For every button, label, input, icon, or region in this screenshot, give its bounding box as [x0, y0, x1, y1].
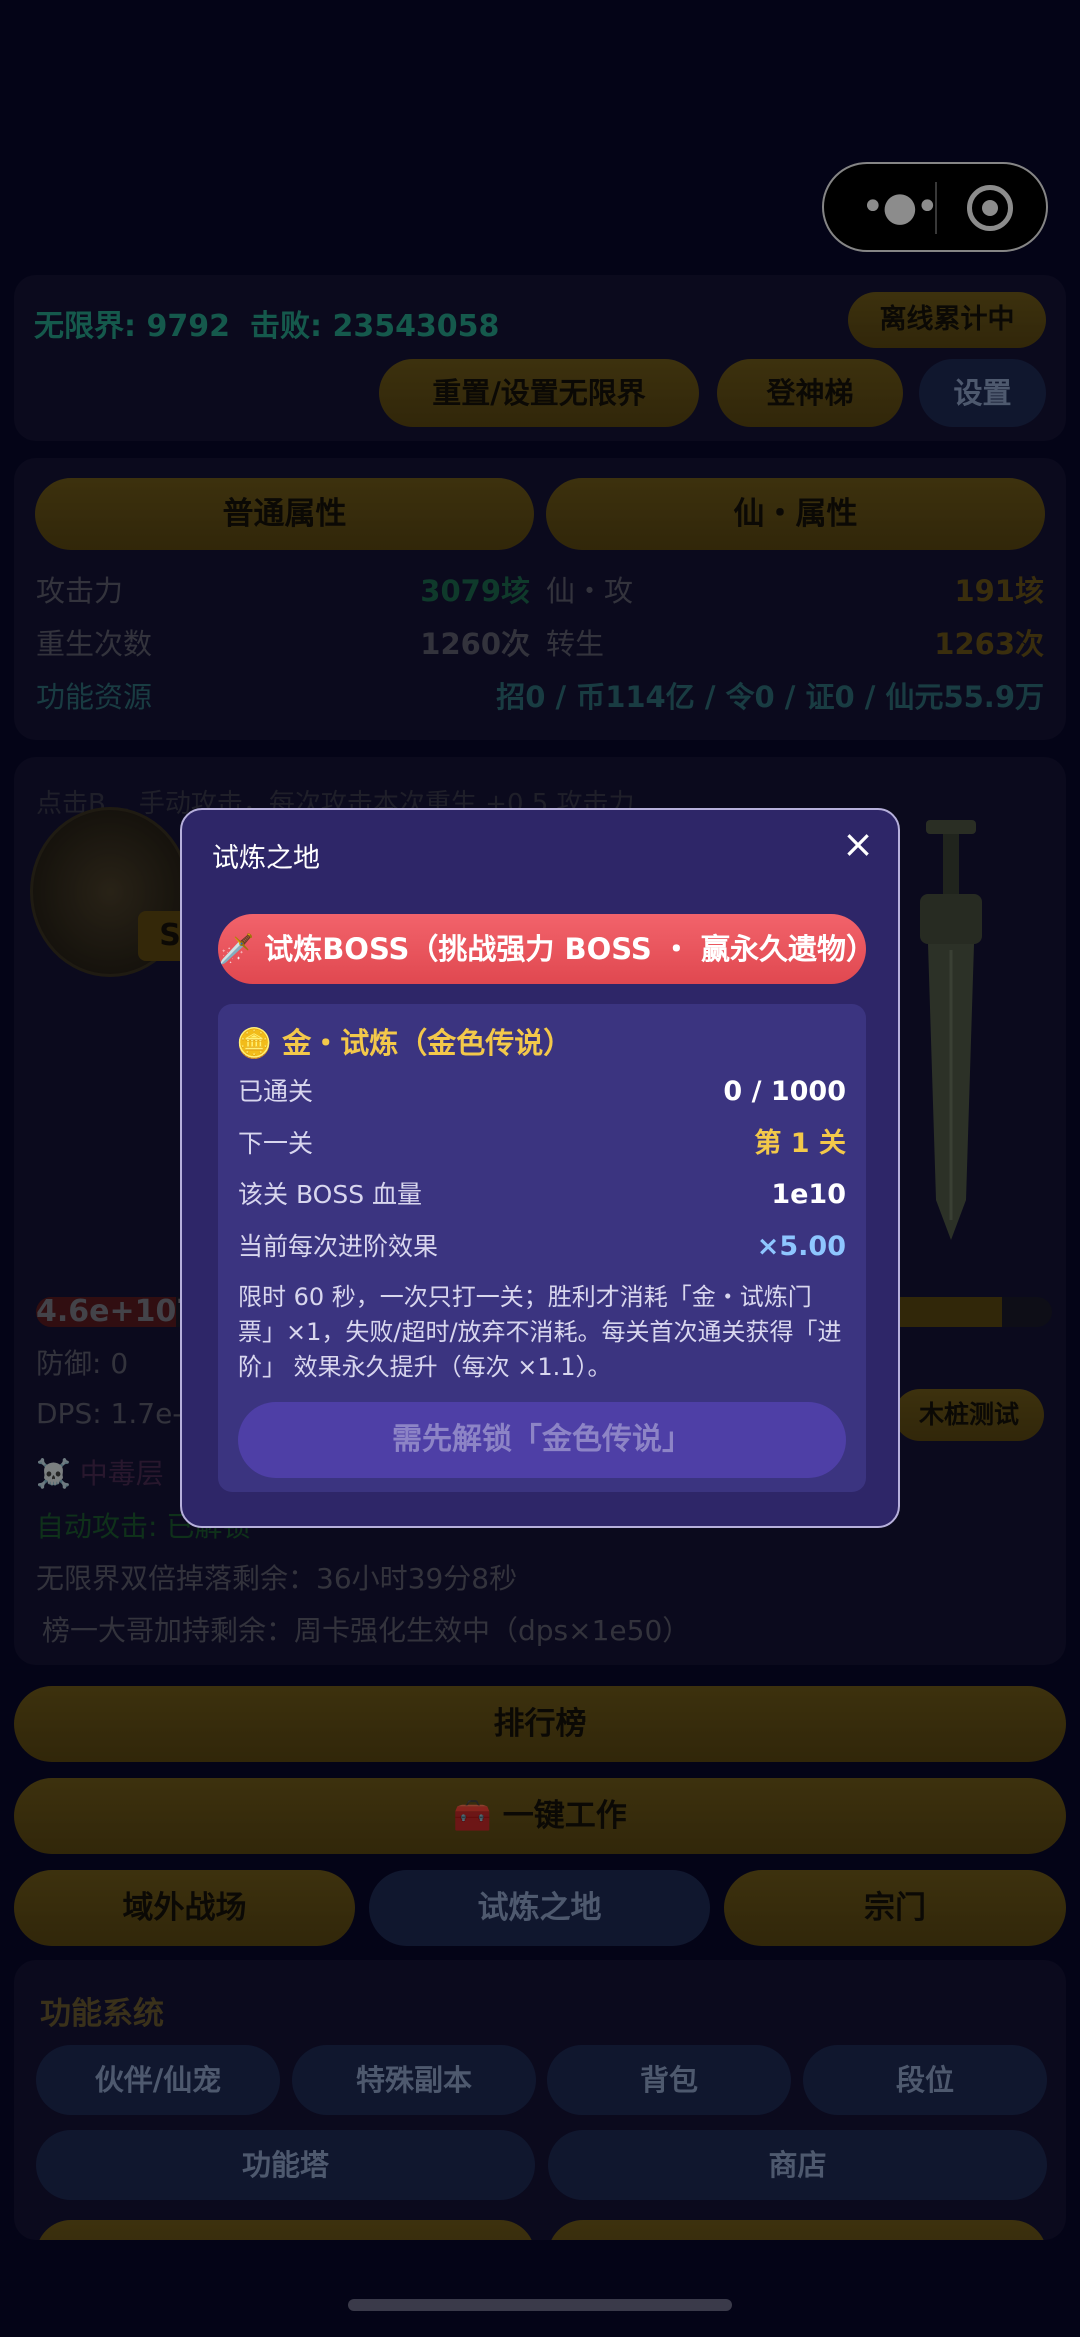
next-stage-row: 下一关第 1 关 — [238, 1128, 846, 1159]
trial-description: 限时 60 秒，一次只打一关；胜利才消耗「金・试炼门票」×1，失败/超时/放弃不… — [238, 1283, 842, 1381]
boss-hp-row: 该关 BOSS 血量 1e10 — [238, 1179, 846, 1210]
gold-trial-title: 🪙 金・试炼（金色传说） — [236, 1026, 573, 1060]
modal-title: 试炼之地 — [212, 843, 320, 874]
trial-boss-banner[interactable]: 🗡️ 试炼BOSS（挑战强力 BOSS ・ 赢永久遗物） — [218, 914, 866, 984]
advance-effect-row: 当前每次进阶效果 ×5.00 — [238, 1231, 846, 1262]
gold-trial-section: 🪙 金・试炼（金色传说） 已通关 0 / 1000 下一关第 1 关 该关 BOS… — [218, 1004, 866, 1492]
home-indicator — [348, 2299, 732, 2311]
cleared-row: 已通关 0 / 1000 — [238, 1076, 846, 1107]
trial-land-modal: 试炼之地 × 🗡️ 试炼BOSS（挑战强力 BOSS ・ 赢永久遗物） 🪙 金・… — [180, 808, 900, 1528]
sword-image — [920, 820, 982, 1240]
unlock-required-button[interactable]: 需先解锁「金色传说」 — [238, 1402, 846, 1478]
close-icon[interactable]: × — [838, 824, 878, 864]
